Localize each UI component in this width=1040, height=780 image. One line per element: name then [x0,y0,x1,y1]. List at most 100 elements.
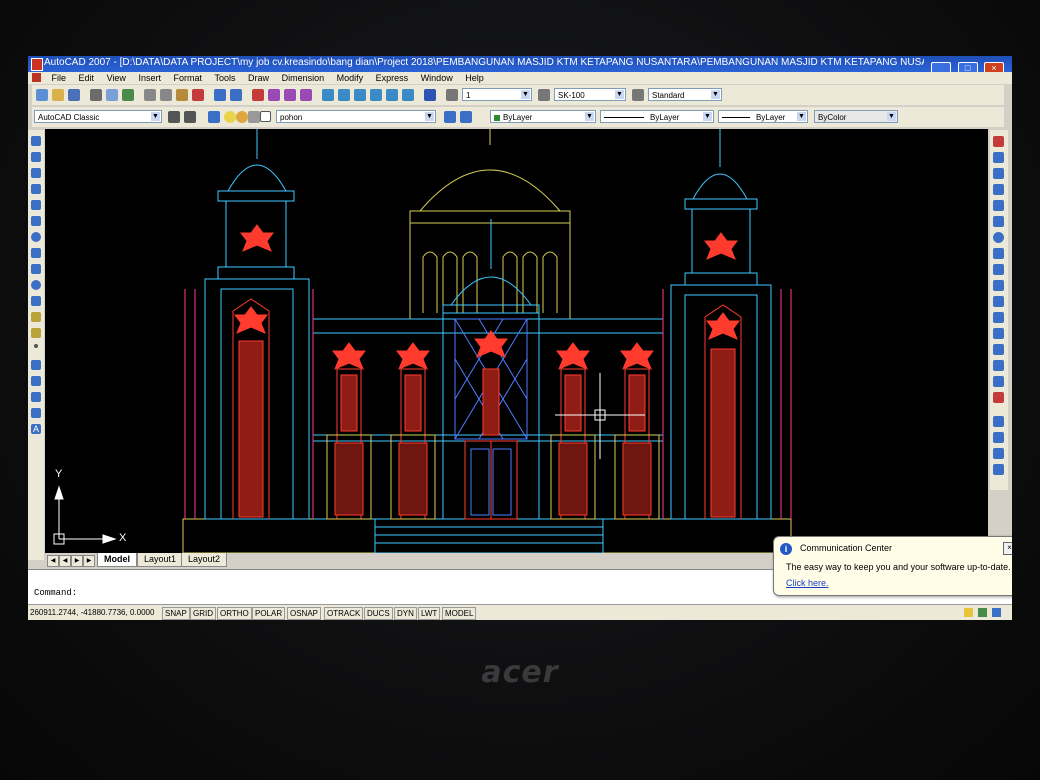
lightbulb-icon[interactable] [224,111,236,123]
break-at-point-icon[interactable] [993,312,1004,323]
menu-file[interactable]: File [47,72,72,84]
match-properties-icon[interactable] [192,89,204,101]
last-tab-icon[interactable]: ▶ [83,555,95,567]
offset-icon[interactable] [993,184,1004,195]
menu-edit[interactable]: Edit [74,72,100,84]
tab-layout1[interactable]: Layout1 [137,553,184,567]
send-back-icon[interactable] [993,448,1004,459]
copy-object-icon[interactable] [993,152,1004,163]
join-icon[interactable] [993,344,1004,355]
move-icon[interactable] [993,216,1004,227]
revision-cloud-icon[interactable] [31,248,41,258]
ortho-toggle[interactable]: ORTHO [217,607,252,620]
trim-icon[interactable] [993,280,1004,291]
warning-icon[interactable] [964,608,973,617]
arc-icon[interactable] [31,216,41,226]
title-bar[interactable]: AutoCAD 2007 - [D:\DATA\DATA PROJECT\my … [28,56,1012,75]
model-toggle[interactable]: MODEL [442,607,477,620]
mirror-icon[interactable] [993,168,1004,179]
break-icon[interactable] [993,328,1004,339]
save-icon[interactable] [68,89,80,101]
ellipse-arc-icon[interactable] [31,296,41,306]
lineweight-select[interactable]: ByLayer ▼ [718,110,808,123]
polygon-icon[interactable] [31,184,41,194]
undo-icon[interactable] [214,89,226,101]
array-icon[interactable] [993,200,1004,211]
bring-above-icon[interactable] [993,464,1004,475]
ducs-toggle[interactable]: DUCS [364,607,393,620]
region-icon[interactable] [31,392,41,402]
multiline-text-icon[interactable]: A [31,424,41,434]
workspace-select[interactable]: AutoCAD Classic ▼ [34,110,162,123]
clean-screen-icon[interactable] [992,608,1001,617]
grid-toggle[interactable]: GRID [190,607,216,620]
markup-icon[interactable] [386,89,398,101]
menu-window[interactable]: Window [416,72,458,84]
properties-icon[interactable] [322,89,334,101]
hatch-icon[interactable] [31,360,41,370]
lock-toolbar-icon[interactable] [978,608,987,617]
dimstyle-select[interactable]: 1 ▼ [462,88,532,101]
textstyle-select[interactable]: SK-100 ▼ [554,88,626,101]
explode-icon[interactable] [993,392,1004,403]
menu-help[interactable]: Help [460,72,489,84]
fillet-icon[interactable] [993,376,1004,387]
otrack-toggle[interactable]: OTRACK [324,607,364,620]
workspace-settings-icon[interactable] [168,111,180,123]
menu-tools[interactable]: Tools [210,72,241,84]
first-tab-icon[interactable]: ◀ [47,555,59,567]
make-block-icon[interactable] [31,328,41,338]
sun-icon[interactable] [236,111,248,123]
layer-manager-icon[interactable] [208,111,220,123]
menu-format[interactable]: Format [168,72,207,84]
table-icon[interactable] [31,408,41,418]
zoom-previous-icon[interactable] [300,89,312,101]
dyn-toggle[interactable]: DYN [394,607,417,620]
layer-previous-icon[interactable] [460,111,472,123]
color-select[interactable]: ByLayer ▼ [490,110,596,123]
gradient-icon[interactable] [31,376,41,386]
tool-palettes-icon[interactable] [354,89,366,101]
redo-icon[interactable] [230,89,242,101]
lwt-toggle[interactable]: LWT [418,607,441,620]
menu-express[interactable]: Express [371,72,414,84]
linetype-select[interactable]: ByLayer ▼ [600,110,714,123]
layer-select[interactable]: pohon ▼ [276,110,436,123]
extend-icon[interactable] [993,296,1004,307]
snap-toggle[interactable]: SNAP [162,607,190,620]
plotstyle-select[interactable]: ByColor ▼ [814,110,898,123]
menu-insert[interactable]: Insert [133,72,166,84]
ellipse-icon[interactable] [31,280,41,290]
line-icon[interactable] [31,136,41,146]
open-icon[interactable] [52,89,64,101]
publish-icon[interactable] [122,89,134,101]
osnap-toggle[interactable]: OSNAP [287,607,322,620]
insert-block-icon[interactable] [31,312,41,322]
erase-icon[interactable] [993,136,1004,147]
draworder-icon[interactable] [993,416,1004,427]
construction-line-icon[interactable] [31,152,41,162]
next-tab-icon[interactable]: ▶ [71,555,83,567]
polar-toggle[interactable]: POLAR [252,607,286,620]
pan-icon[interactable] [252,89,264,101]
zoom-realtime-icon[interactable] [268,89,280,101]
menu-modify[interactable]: Modify [332,72,369,84]
text-style-icon[interactable] [446,89,458,101]
scale-icon[interactable] [993,248,1004,259]
notification-link[interactable]: Click here. [786,578,829,588]
circle-icon[interactable] [31,232,41,242]
menu-draw[interactable]: Draw [243,72,274,84]
sheet-set-icon[interactable] [370,89,382,101]
tab-layout2[interactable]: Layout2 [181,553,228,567]
polyline-icon[interactable] [31,168,41,178]
rectangle-icon[interactable] [31,200,41,210]
cut-icon[interactable] [144,89,156,101]
tab-model[interactable]: Model [97,553,137,567]
tablestyle-select[interactable]: Standard ▼ [648,88,722,101]
design-center-icon[interactable] [338,89,350,101]
lock-icon[interactable] [248,111,260,123]
document-icon[interactable] [32,73,41,82]
menu-view[interactable]: View [102,72,131,84]
rotate-icon[interactable] [993,232,1004,243]
menu-dimension[interactable]: Dimension [277,72,330,84]
